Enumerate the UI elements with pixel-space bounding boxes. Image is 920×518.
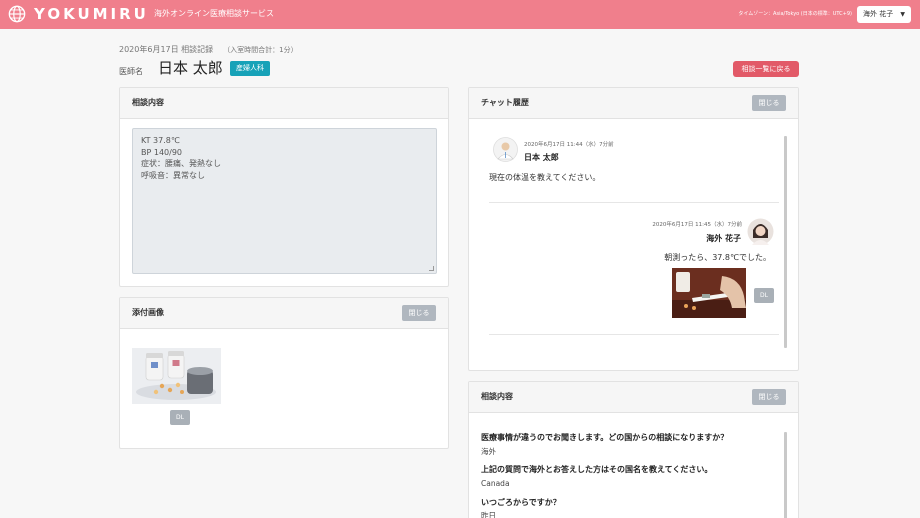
close-button[interactable]: 閉じる [752,389,786,405]
download-button[interactable]: DL [170,410,190,425]
top-bar: YOKUMIRU 海外オンライン医療相談サービス タイムゾーン：Asia/Tok… [0,0,920,29]
consultation-note-card: 相談内容 KT 37.8℃ BP 140/90 症状：腰痛、発熱なし 呼吸音：異… [119,87,449,287]
note-line: 症状：腰痛、発熱なし [141,159,221,168]
message-text: 朝測ったら、37.8℃でした。 [664,253,771,262]
note-line: 呼吸音：異常なし [141,170,205,180]
answer-text: 海外 [481,447,496,456]
chat-scrollbar[interactable] [784,136,787,348]
question-text: 上記の質問で海外とお答えした方はその国名を教えてください。 [481,465,713,474]
resize-handle[interactable] [429,266,434,271]
consultation-date: 2020年6月17日 相談記録 （入室時間合計：1分） [119,45,298,55]
answer-text: Canada [481,479,510,488]
card-header: チャット履歴 閉じる [469,88,798,119]
doctor-label: 医師名 [119,67,143,76]
message-text: 現在の体温を教えてください。 [489,173,601,182]
specialty-badge: 産婦人科 [230,61,270,76]
user-name: 海外 花子 [863,10,894,18]
note-line: BP 140/90 [141,147,182,157]
close-button[interactable]: 閉じる [752,95,786,111]
attachments-card: 添付画像 閉じる DL [119,297,449,449]
doctor-name: 日本 太郎 [158,59,223,77]
question-text: 医療事情が違うのでお聞きします。どの国からの相談になりますか？ [481,433,729,442]
logo-text: YOKUMIRU [34,5,149,23]
globe-icon [8,5,26,23]
attached-medicine-image[interactable] [132,348,221,404]
download-button[interactable]: DL [754,288,774,303]
date-label: 2020年6月17日 相談記録 [119,45,214,54]
chevron-down-icon: ▼ [900,11,905,18]
logo[interactable]: YOKUMIRU [8,5,149,23]
message-meta: 2020年6月17日 11:45（水）7分前 [652,222,742,228]
doctor-avatar [493,137,518,162]
consultation-note-textarea[interactable]: KT 37.8℃ BP 140/90 症状：腰痛、発熱なし 呼吸音：異常なし [132,128,437,274]
patient-avatar [747,218,774,245]
card-header: 相談内容 閉じる [469,382,798,413]
answer-text: 昨日 [481,511,496,518]
timezone-text: タイムゾーン：Asia/Tokyo (日本の標準：UTC+9) [738,11,852,17]
service-name: 海外オンライン医療相談サービス [154,9,274,18]
question-text: いつごろからですか？ [481,498,561,507]
card-title: 相談内容 [132,98,164,107]
message-divider [489,334,779,335]
close-button[interactable]: 閉じる [402,305,436,321]
card-title: 相談内容 [481,392,513,401]
message-sender: 海外 花子 [706,234,741,243]
card-header: 相談内容 [120,88,448,119]
qa-scrollbar[interactable] [784,432,787,518]
message-meta: 2020年6月17日 11:44（水）7分前 [524,142,614,148]
card-header: 添付画像 閉じる [120,298,448,329]
chat-history-card: チャット履歴 閉じる 2020年6月17日 11:44（水）7分前 日本 太郎 … [468,87,799,371]
questionnaire-card: 相談内容 閉じる 医療事情が違うのでお聞きします。どの国からの相談になりますか？… [468,381,799,518]
card-title: 添付画像 [132,308,164,317]
message-sender: 日本 太郎 [524,153,559,162]
user-menu-button[interactable]: 海外 花子 ▼ [857,6,911,23]
note-line: KT 37.8℃ [141,136,180,145]
message-divider [489,202,779,203]
card-title: チャット履歴 [481,98,529,107]
attached-thermometer-image[interactable] [672,268,746,318]
back-to-list-button[interactable]: 相談一覧に戻る [733,61,799,77]
total-time: （入室時間合計：1分） [223,46,298,54]
